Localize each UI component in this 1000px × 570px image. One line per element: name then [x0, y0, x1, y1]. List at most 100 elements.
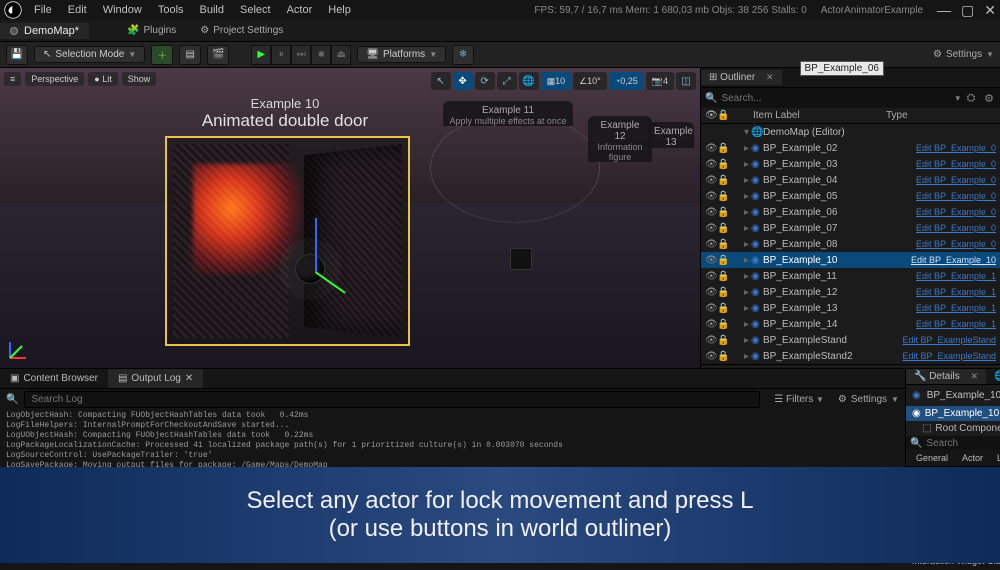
- edit-blueprint-link[interactable]: Edit BP_Example_10: [911, 255, 996, 265]
- outliner-row[interactable]: 👁🔒▸◉BP_Example_06Edit BP_Example_0: [701, 204, 1000, 220]
- edit-blueprint-link[interactable]: Edit BP_Example_1: [916, 287, 996, 297]
- tab-details[interactable]: 🔧 Details ✕: [906, 369, 986, 384]
- menu-help[interactable]: Help: [320, 2, 359, 18]
- selection-mode-dropdown[interactable]: ↖ Selection Mode ▼: [34, 46, 145, 63]
- outliner-row[interactable]: 👁🔒▸◉BP_Example_07Edit BP_Example_0: [701, 220, 1000, 236]
- visibility-toggle-icon[interactable]: 👁: [705, 287, 717, 298]
- log-search-input[interactable]: [24, 391, 760, 408]
- edit-blueprint-link[interactable]: Edit BP_Example_0: [916, 207, 996, 217]
- translate-tool-icon[interactable]: ✥: [453, 72, 473, 90]
- lock-toggle-icon[interactable]: 🔒: [717, 335, 729, 346]
- outliner-tree[interactable]: ▾ 🌐 DemoMap (Editor) 👁🔒▸◉BP_Example_02Ed…: [701, 124, 1000, 368]
- expand-icon[interactable]: ▸: [729, 351, 751, 362]
- outliner-row[interactable]: 👁🔒▸◉BP_Example_10Edit BP_Example_10: [701, 252, 1000, 268]
- lock-toggle-icon[interactable]: 🔒: [717, 207, 729, 218]
- lock-toggle-icon[interactable]: 🔒: [717, 143, 729, 154]
- expand-icon[interactable]: ▸: [729, 287, 751, 298]
- outliner-row[interactable]: 👁🔒▸◉BP_Example_02Edit BP_Example_0: [701, 140, 1000, 156]
- filter-actor[interactable]: Actor: [956, 452, 989, 464]
- lock-toggle-icon[interactable]: 🔒: [717, 191, 729, 202]
- visibility-toggle-icon[interactable]: 👁: [705, 335, 717, 346]
- expand-icon[interactable]: ▸: [729, 303, 751, 314]
- log-settings-dropdown[interactable]: ⚙ Settings ▼: [838, 394, 899, 405]
- visibility-toggle-icon[interactable]: 👁: [705, 303, 717, 314]
- tab-output-log[interactable]: ▤ Output Log ✕: [108, 369, 203, 388]
- pause-button[interactable]: ⏸: [271, 45, 291, 65]
- tab-demomap[interactable]: DemoMap*: [0, 23, 89, 39]
- lock-toggle-icon[interactable]: 🔒: [717, 175, 729, 186]
- visibility-toggle-icon[interactable]: 👁: [705, 159, 717, 170]
- lock-toggle-icon[interactable]: 🔒: [717, 159, 729, 170]
- lock-toggle-icon[interactable]: 🔒: [717, 303, 729, 314]
- viewport-perspective[interactable]: Perspective: [25, 72, 84, 86]
- grid-snap-toggle[interactable]: ▦ 10: [541, 72, 572, 90]
- camera-speed[interactable]: 📷 4: [646, 72, 674, 90]
- lock-toggle-icon[interactable]: 🔒: [717, 319, 729, 330]
- stop-button[interactable]: ■: [311, 45, 331, 65]
- outliner-row[interactable]: 👁🔒▸◉BP_ExampleStand2Edit BP_ExampleStand: [701, 348, 1000, 364]
- outliner-row[interactable]: 👁🔒▸◉BP_ExampleStandEdit BP_ExampleStand: [701, 332, 1000, 348]
- outliner-root[interactable]: ▾ 🌐 DemoMap (Editor): [701, 124, 1000, 140]
- expand-icon[interactable]: ▸: [729, 207, 751, 218]
- lock-toggle-icon[interactable]: 🔒: [717, 287, 729, 298]
- visibility-toggle-icon[interactable]: 👁: [705, 223, 717, 234]
- close-tab-icon[interactable]: ✕: [185, 373, 193, 384]
- edit-blueprint-link[interactable]: Edit BP_Example_0: [916, 191, 996, 201]
- close-tab-icon[interactable]: ✕: [971, 371, 979, 381]
- tab-outliner[interactable]: ⊞ Outliner ✕: [701, 70, 782, 85]
- edit-blueprint-link[interactable]: Edit BP_Example_0: [916, 143, 996, 153]
- expand-icon[interactable]: ▸: [729, 175, 751, 186]
- window-maximize-icon[interactable]: ▢: [961, 2, 974, 19]
- visibility-toggle-icon[interactable]: 👁: [705, 351, 717, 362]
- expand-icon[interactable]: ▸: [729, 143, 751, 154]
- chevron-down-icon[interactable]: ▾: [955, 93, 960, 104]
- expand-icon[interactable]: ▸: [729, 223, 751, 234]
- menu-file[interactable]: File: [26, 2, 60, 18]
- edit-blueprint-link[interactable]: Edit BP_Example_1: [916, 271, 996, 281]
- expand-icon[interactable]: ▸: [729, 335, 751, 346]
- menu-build[interactable]: Build: [192, 2, 232, 18]
- outliner-row[interactable]: 👁🔒▸◉BP_Example_04Edit BP_Example_0: [701, 172, 1000, 188]
- rotate-tool-icon[interactable]: ⟳: [475, 72, 495, 90]
- cinematics-dropdown[interactable]: 🎬: [207, 45, 229, 65]
- window-close-icon[interactable]: ✕: [984, 2, 996, 19]
- settings-dropdown[interactable]: ⚙ Settings ▼: [933, 49, 994, 60]
- lock-toggle-icon[interactable]: 🔒: [717, 239, 729, 250]
- outliner-search-input[interactable]: [721, 93, 951, 104]
- coord-space-icon[interactable]: 🌐: [519, 72, 539, 90]
- menu-select[interactable]: Select: [232, 2, 279, 18]
- level-viewport[interactable]: ≡ Perspective ● Lit Show ↖ ✥ ⟳ ⤢ 🌐 ▦ 10 …: [0, 68, 700, 368]
- marketplace-dropdown[interactable]: ▤: [179, 45, 201, 65]
- filter-icon[interactable]: ⛭: [964, 91, 978, 105]
- tab-world-settings[interactable]: 🌐 World Settings: [986, 369, 1000, 384]
- filter-general[interactable]: General: [910, 452, 954, 464]
- edit-blueprint-link[interactable]: Edit BP_Example_0: [916, 223, 996, 233]
- expand-icon[interactable]: ▸: [729, 255, 751, 266]
- expand-icon[interactable]: ▸: [729, 191, 751, 202]
- lock-toggle-icon[interactable]: 🔒: [717, 223, 729, 234]
- viewport-menu[interactable]: ≡: [4, 72, 21, 86]
- close-tab-icon[interactable]: ✕: [766, 72, 774, 82]
- tab-plugins[interactable]: 🧩 Plugins: [119, 23, 184, 38]
- details-search-input[interactable]: [926, 438, 1000, 449]
- visibility-toggle-icon[interactable]: 👁: [705, 239, 717, 250]
- edit-blueprint-link[interactable]: Edit BP_Example_0: [916, 175, 996, 185]
- visibility-toggle-icon[interactable]: 👁: [705, 207, 717, 218]
- lock-toggle-icon[interactable]: 🔒: [717, 255, 729, 266]
- viewport-show[interactable]: Show: [122, 72, 157, 86]
- visibility-toggle-icon[interactable]: 👁: [705, 319, 717, 330]
- visibility-toggle-icon[interactable]: 👁: [705, 175, 717, 186]
- select-tool-icon[interactable]: ↖: [431, 72, 451, 90]
- outliner-row[interactable]: 👁🔒▸◉BP_Example_08Edit BP_Example_0: [701, 236, 1000, 252]
- outliner-row[interactable]: 👁🔒▸◉BP_Example_12Edit BP_Example_1: [701, 284, 1000, 300]
- tab-content-browser[interactable]: ▣ Content Browser: [0, 369, 108, 388]
- snowflake-icon[interactable]: ❄: [452, 45, 474, 65]
- expand-icon[interactable]: ▸: [729, 239, 751, 250]
- expand-icon[interactable]: ▸: [729, 159, 751, 170]
- edit-blueprint-link[interactable]: Edit BP_Example_0: [916, 159, 996, 169]
- log-filters-dropdown[interactable]: ☰ Filters ▼: [766, 392, 832, 407]
- lock-toggle-icon[interactable]: 🔒: [717, 351, 729, 362]
- component-self[interactable]: ◉ BP_Example_10 (Self): [906, 406, 1000, 421]
- visibility-toggle-icon[interactable]: 👁: [705, 255, 717, 266]
- lock-toggle-icon[interactable]: 🔒: [717, 271, 729, 282]
